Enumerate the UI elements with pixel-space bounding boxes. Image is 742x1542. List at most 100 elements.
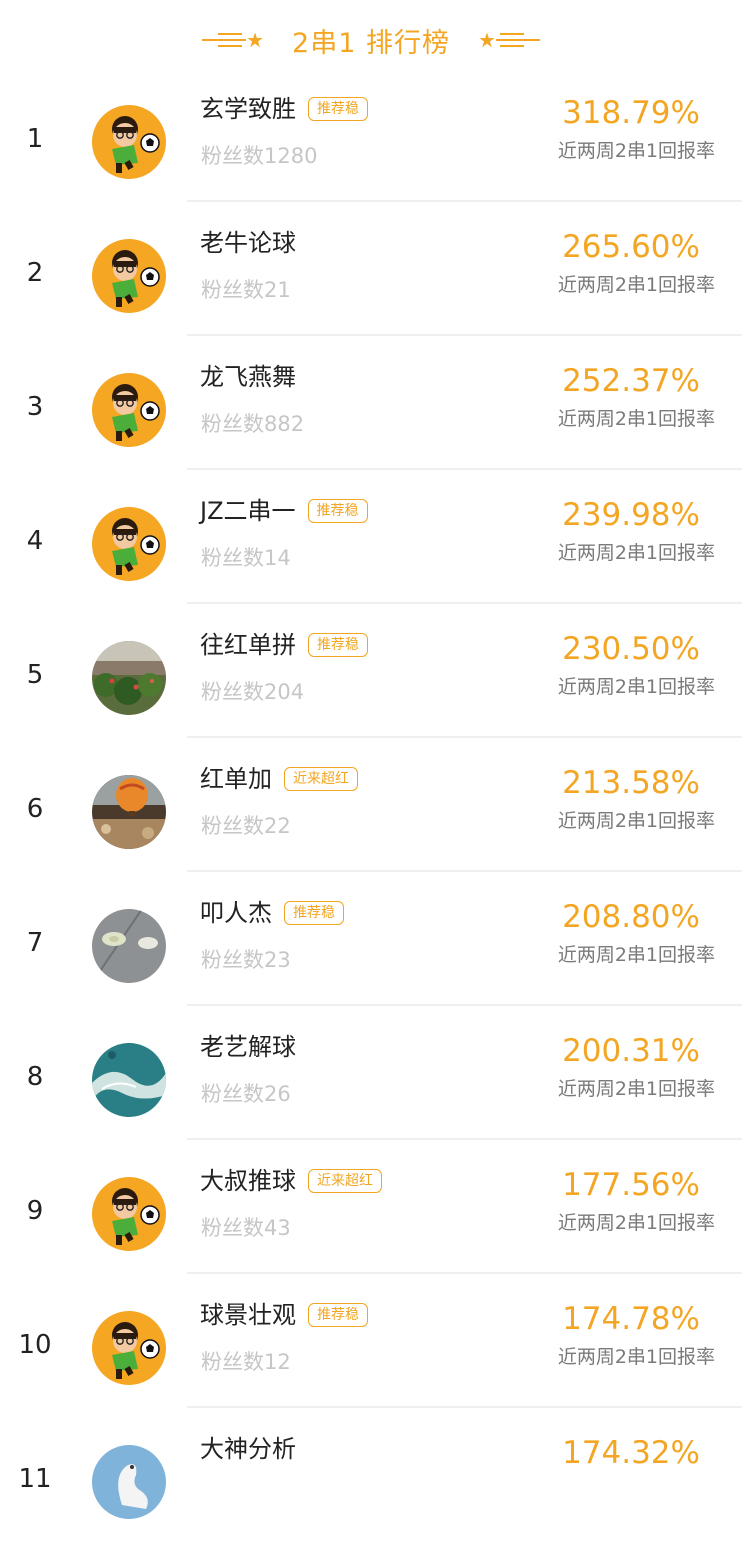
name-line: 老牛论球 bbox=[200, 226, 296, 260]
return-rate: 213.58% bbox=[562, 765, 700, 801]
triple-line-icon bbox=[495, 29, 540, 51]
avatar[interactable] bbox=[92, 105, 166, 179]
avatar[interactable] bbox=[92, 775, 166, 849]
expert-name[interactable]: 大神分析 bbox=[200, 1432, 296, 1466]
page-title: 2串1 排行榜 bbox=[292, 27, 450, 59]
return-rate-label: 近两周2串1回报率 bbox=[557, 408, 715, 430]
return-rate: 174.78% bbox=[562, 1301, 700, 1337]
header-left-decoration: ★ bbox=[202, 29, 264, 51]
return-rate: 318.79% bbox=[562, 95, 700, 131]
avatar[interactable] bbox=[92, 1311, 166, 1385]
fans-count: 粉丝数21 bbox=[201, 278, 291, 302]
name-line: 球景壮观 推荐稳 bbox=[200, 1298, 368, 1332]
return-rate-label: 近两周2串1回报率 bbox=[557, 676, 715, 698]
avatar[interactable] bbox=[92, 507, 166, 581]
ranking-row[interactable]: 2 老牛论球粉丝数21 265.60% 近两周2串1回报率 bbox=[0, 202, 742, 336]
expert-name[interactable]: 老艺解球 bbox=[200, 1030, 296, 1064]
rank-number: 4 bbox=[26, 526, 44, 556]
return-rate: 174.32% bbox=[562, 1435, 700, 1471]
ranking-row[interactable]: 1 玄学致胜 推荐稳粉丝数1280 318.79% 近两周2串1回报率 bbox=[0, 68, 742, 202]
recommend-badge: 推荐稳 bbox=[308, 633, 368, 657]
rank-number: 7 bbox=[26, 928, 44, 958]
rank-number: 8 bbox=[26, 1062, 44, 1092]
expert-name[interactable]: 龙飞燕舞 bbox=[200, 360, 296, 394]
expert-name[interactable]: JZ二串一 bbox=[200, 494, 296, 528]
ranking-row[interactable]: 4 JZ二串一 推荐稳 粉丝数14 239.98% 近两周2串1回报率 bbox=[0, 470, 742, 604]
return-rate-label: 近两周2串1回报率 bbox=[557, 274, 715, 296]
name-line: 红单加 近来超红 bbox=[200, 762, 358, 796]
expert-name[interactable]: 红单加 bbox=[200, 762, 272, 796]
rank-number: 10 bbox=[18, 1330, 52, 1360]
avatar[interactable] bbox=[92, 641, 166, 715]
expert-name[interactable]: 球景壮观 bbox=[200, 1298, 296, 1332]
ranking-row[interactable]: 10 球景壮观 推荐稳 粉丝数12 174.78% 近两周2串1回报率 bbox=[0, 1274, 742, 1408]
ranking-row[interactable]: 7 叩人杰 推荐稳粉丝数23 208.80% 近两周2串1回报率 bbox=[0, 872, 742, 1006]
return-rate-label: 近两周2串1回报率 bbox=[557, 810, 715, 832]
rank-number: 5 bbox=[26, 660, 44, 690]
return-rate: 208.80% bbox=[562, 899, 700, 935]
expert-name[interactable]: 老牛论球 bbox=[200, 226, 296, 260]
return-rate-label: 近两周2串1回报率 bbox=[557, 1346, 715, 1368]
name-line: 玄学致胜 推荐稳 bbox=[200, 92, 368, 126]
avatar[interactable] bbox=[92, 1043, 166, 1117]
avatar[interactable] bbox=[92, 1445, 166, 1519]
name-line: 往红单拼 推荐稳 bbox=[200, 628, 368, 662]
name-line: 大神分析 bbox=[200, 1432, 296, 1466]
fans-count: 粉丝数1280 bbox=[201, 144, 318, 168]
ranking-row[interactable]: 6 红单加 近来超红粉丝数22 213.58% 近两周2串1回报率 bbox=[0, 738, 742, 872]
return-rate: 200.31% bbox=[562, 1033, 700, 1069]
recommend-badge: 近来超红 bbox=[284, 767, 358, 791]
recommend-badge: 推荐稳 bbox=[284, 901, 344, 925]
recommend-badge: 近来超红 bbox=[308, 1169, 382, 1193]
return-rate-label: 近两周2串1回报率 bbox=[557, 1078, 715, 1100]
fans-count: 粉丝数22 bbox=[201, 814, 291, 838]
expert-name[interactable]: 玄学致胜 bbox=[200, 92, 296, 126]
name-line: 叩人杰 推荐稳 bbox=[200, 896, 344, 930]
rank-number: 2 bbox=[26, 258, 44, 288]
return-rate: 177.56% bbox=[562, 1167, 700, 1203]
recommend-badge: 推荐稳 bbox=[308, 97, 368, 121]
avatar[interactable] bbox=[92, 239, 166, 313]
header-right-decoration: ★ bbox=[478, 29, 540, 51]
ranking-row[interactable]: 9 大叔推球 近来超红 粉丝数43 177.56% 近两周2串1回报率 bbox=[0, 1140, 742, 1274]
avatar[interactable] bbox=[92, 909, 166, 983]
avatar[interactable] bbox=[92, 373, 166, 447]
star-icon: ★ bbox=[246, 28, 265, 52]
expert-name[interactable]: 往红单拼 bbox=[200, 628, 296, 662]
rank-number: 9 bbox=[26, 1196, 44, 1226]
return-rate-label: 近两周2串1回报率 bbox=[557, 542, 715, 564]
rank-number: 1 bbox=[26, 124, 44, 154]
return-rate: 265.60% bbox=[562, 229, 700, 265]
return-rate-label: 近两周2串1回报率 bbox=[557, 140, 715, 162]
rank-number: 3 bbox=[26, 392, 44, 422]
ranking-row[interactable]: 3 龙飞燕舞粉丝数882 252.37% 近两周2串1回报率 bbox=[0, 336, 742, 470]
ranking-row[interactable]: 5 往红单拼 推荐稳 粉丝数204 230.50% 近两周2串1回报率 bbox=[0, 604, 742, 738]
rank-number: 11 bbox=[18, 1464, 52, 1494]
return-rate-label: 近两周2串1回报率 bbox=[557, 1212, 715, 1234]
fans-count: 粉丝数204 bbox=[201, 680, 305, 704]
avatar[interactable] bbox=[92, 1177, 166, 1251]
triple-line-icon bbox=[202, 29, 247, 51]
return-rate: 239.98% bbox=[562, 497, 700, 533]
fans-count: 粉丝数23 bbox=[201, 948, 291, 972]
return-rate: 230.50% bbox=[562, 631, 700, 667]
fans-count: 粉丝数12 bbox=[201, 1350, 291, 1374]
ranking-row[interactable]: 11 大神分析 174.32% bbox=[0, 1408, 742, 1542]
name-line: JZ二串一 推荐稳 bbox=[200, 494, 368, 528]
star-icon: ★ bbox=[477, 28, 496, 52]
name-line: 老艺解球 bbox=[200, 1030, 296, 1064]
fans-count: 粉丝数14 bbox=[201, 546, 291, 570]
name-line: 龙飞燕舞 bbox=[200, 360, 296, 394]
return-rate-label: 近两周2串1回报率 bbox=[557, 944, 715, 966]
fans-count: 粉丝数882 bbox=[201, 412, 305, 436]
fans-count: 粉丝数26 bbox=[201, 1082, 291, 1106]
rank-number: 6 bbox=[26, 794, 44, 824]
ranking-row[interactable]: 8 老艺解球粉丝数26 200.31% 近两周2串1回报率 bbox=[0, 1006, 742, 1140]
expert-name[interactable]: 叩人杰 bbox=[200, 896, 272, 930]
fans-count: 粉丝数43 bbox=[201, 1216, 291, 1240]
return-rate: 252.37% bbox=[562, 363, 700, 399]
recommend-badge: 推荐稳 bbox=[308, 1303, 368, 1327]
expert-name[interactable]: 大叔推球 bbox=[200, 1164, 296, 1198]
name-line: 大叔推球 近来超红 bbox=[200, 1164, 382, 1198]
recommend-badge: 推荐稳 bbox=[307, 499, 368, 523]
